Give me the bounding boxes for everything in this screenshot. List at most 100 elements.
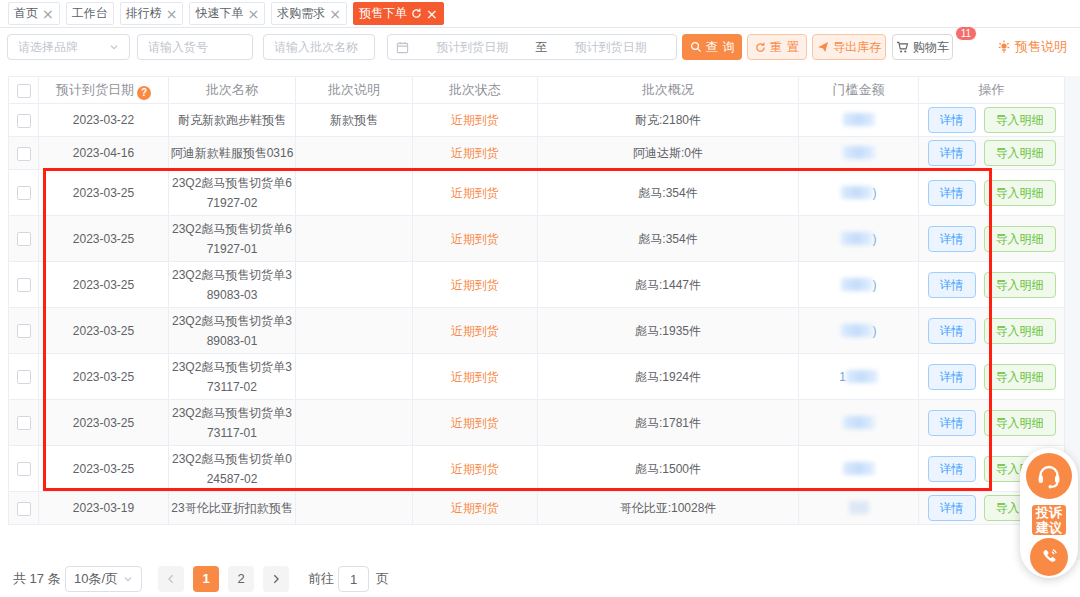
headset-icon — [1035, 462, 1063, 490]
brand-select[interactable]: 请选择品牌 — [7, 34, 130, 60]
table-row: 2023-03-19 23哥伦比亚折扣款预售 近期到货 哥伦比亚:10028件 … — [9, 492, 1065, 525]
table-body: 2023-03-22 耐克新款跑步鞋预售 新款预售 近期到货 耐克:2180件 … — [9, 104, 1065, 525]
page-size-select[interactable]: 10条/页 — [65, 566, 142, 592]
cart-button-label: 购物车 — [913, 39, 949, 56]
export-stock-button[interactable]: 导出库存 — [812, 34, 886, 60]
date-start-placeholder[interactable]: 预计到货日期 — [415, 39, 530, 56]
detail-button[interactable]: 详情 — [928, 456, 976, 482]
next-page-button[interactable] — [263, 566, 289, 592]
threshold-masked-value — [849, 501, 869, 514]
goto-page-input[interactable]: 1 — [338, 566, 369, 592]
search-button[interactable]: 查询 — [682, 34, 742, 60]
col-note: 批次说明 — [296, 77, 413, 104]
presale-info-link[interactable]: 预售说明 — [997, 34, 1067, 60]
import-button[interactable]: 导入明细 — [984, 272, 1056, 298]
detail-button[interactable]: 详情 — [928, 410, 976, 436]
prev-page-button[interactable] — [158, 566, 184, 592]
customer-service-button[interactable] — [1026, 453, 1072, 499]
row-checkbox[interactable] — [17, 502, 31, 516]
detail-button[interactable]: 详情 — [928, 140, 976, 166]
sku-input[interactable]: 请输入货号 — [137, 34, 253, 60]
import-button[interactable]: 导入明细 — [984, 226, 1056, 252]
row-checkbox[interactable] — [17, 147, 31, 161]
row-checkbox[interactable] — [17, 278, 31, 292]
cell-overview: 彪马:1935件 — [538, 308, 799, 354]
cell-name: 23Q2彪马预售切货单6 71927-01 — [169, 216, 296, 262]
threshold-masked-value — [843, 113, 875, 126]
import-button[interactable]: 导入明细 — [984, 364, 1056, 390]
search-button-label: 查询 — [706, 39, 740, 56]
complaint-suggestion-button[interactable]: 投诉 建议 — [1032, 505, 1066, 535]
threshold-suffix: ) — [873, 324, 877, 338]
cell-note — [296, 400, 413, 446]
detail-button[interactable]: 详情 — [928, 107, 976, 133]
import-button[interactable]: 导入明细 — [984, 410, 1056, 436]
threshold-prefix: 1 — [839, 370, 846, 384]
detail-button[interactable]: 详情 — [928, 318, 976, 344]
question-icon[interactable]: ? — [137, 86, 151, 100]
cell-threshold — [799, 137, 919, 170]
cell-status: 近期到货 — [413, 308, 538, 354]
select-all-checkbox[interactable] — [17, 84, 31, 98]
cart-button[interactable]: 购物车 — [892, 34, 953, 60]
tab-close-icon[interactable]: × — [329, 7, 341, 21]
detail-button[interactable]: 详情 — [928, 226, 976, 252]
import-button[interactable]: 导入明细 — [984, 180, 1056, 206]
cell-threshold — [799, 400, 919, 446]
row-checkbox[interactable] — [17, 114, 31, 128]
cell-name: 23Q2彪马预售切货单3 89083-01 — [169, 308, 296, 354]
row-checkbox[interactable] — [17, 416, 31, 430]
table-row: 2023-03-25 23Q2彪马预售切货单3 89083-03 近期到货 彪马… — [9, 262, 1065, 308]
cell-overview: 彪马:1500件 — [538, 446, 799, 492]
cell-actions: 详情导入明细 — [919, 308, 1065, 354]
cell-overview: 阿迪达斯:0件 — [538, 137, 799, 170]
cell-date: 2023-03-25 — [39, 446, 169, 492]
import-button[interactable]: 导入明细 — [984, 318, 1056, 344]
detail-button[interactable]: 详情 — [928, 364, 976, 390]
page-button-1[interactable]: 1 — [193, 566, 219, 592]
table-row: 2023-04-16 阿迪新款鞋服预售0316 近期到货 阿迪达斯:0件 详情导… — [9, 137, 1065, 170]
row-checkbox[interactable] — [17, 462, 31, 476]
tab[interactable]: 预售下单 × — [353, 2, 444, 25]
detail-button[interactable]: 详情 — [928, 180, 976, 206]
cell-status: 近期到货 — [413, 104, 538, 137]
goto-label: 前往 — [308, 566, 334, 592]
tab[interactable]: 求购需求 × — [271, 2, 347, 25]
tab[interactable]: 快速下单 × — [189, 2, 265, 25]
page-button-2[interactable]: 2 — [228, 566, 254, 592]
cell-threshold: ) — [799, 216, 919, 262]
cell-status: 近期到货 — [413, 400, 538, 446]
tab[interactable]: 工作台 — [66, 2, 114, 25]
cell-actions: 详情导入明细 — [919, 216, 1065, 262]
cell-overview: 彪马:1924件 — [538, 354, 799, 400]
detail-button[interactable]: 详情 — [928, 495, 976, 521]
tab-refresh-icon[interactable] — [411, 8, 422, 19]
reset-button[interactable]: 重置 — [747, 34, 807, 60]
row-checkbox[interactable] — [17, 324, 31, 338]
detail-button[interactable]: 详情 — [928, 272, 976, 298]
import-button[interactable]: 导入明细 — [984, 107, 1056, 133]
calendar-icon — [396, 41, 409, 54]
import-button[interactable]: 导入明细 — [984, 140, 1056, 166]
cell-note: 新款预售 — [296, 104, 413, 137]
tab[interactable]: 排行榜 × — [120, 2, 184, 25]
row-checkbox[interactable] — [17, 370, 31, 384]
page-size-value: 10条/页 — [74, 566, 118, 592]
tab-close-icon[interactable]: × — [42, 7, 54, 21]
tab-close-icon[interactable]: × — [426, 7, 438, 21]
threshold-masked-value — [841, 324, 873, 337]
tab-label: 求购需求 — [277, 5, 325, 22]
date-range-picker[interactable]: 预计到货日期 至 预计到货日期 — [387, 34, 677, 60]
tab[interactable]: 首页 × — [8, 2, 60, 25]
tab-close-icon[interactable]: × — [166, 7, 178, 21]
col-name: 批次名称 — [169, 77, 296, 104]
table-row: 2023-03-25 23Q2彪马预售切货单0 24587-02 近期到货 彪马… — [9, 446, 1065, 492]
batch-name-input[interactable]: 请输入批次名称 — [263, 34, 375, 60]
row-checkbox[interactable] — [17, 186, 31, 200]
phone-button[interactable] — [1030, 538, 1068, 576]
table-row: 2023-03-25 23Q2彪马预售切货单6 71927-01 近期到货 彪马… — [9, 216, 1065, 262]
tab-bar: 首页 × 工作台 排行榜 × 快速下单 × 求购需求 × 预售下单 × — [0, 0, 1080, 28]
tab-close-icon[interactable]: × — [247, 7, 259, 21]
date-end-placeholder[interactable]: 预计到货日期 — [554, 39, 669, 56]
row-checkbox[interactable] — [17, 232, 31, 246]
